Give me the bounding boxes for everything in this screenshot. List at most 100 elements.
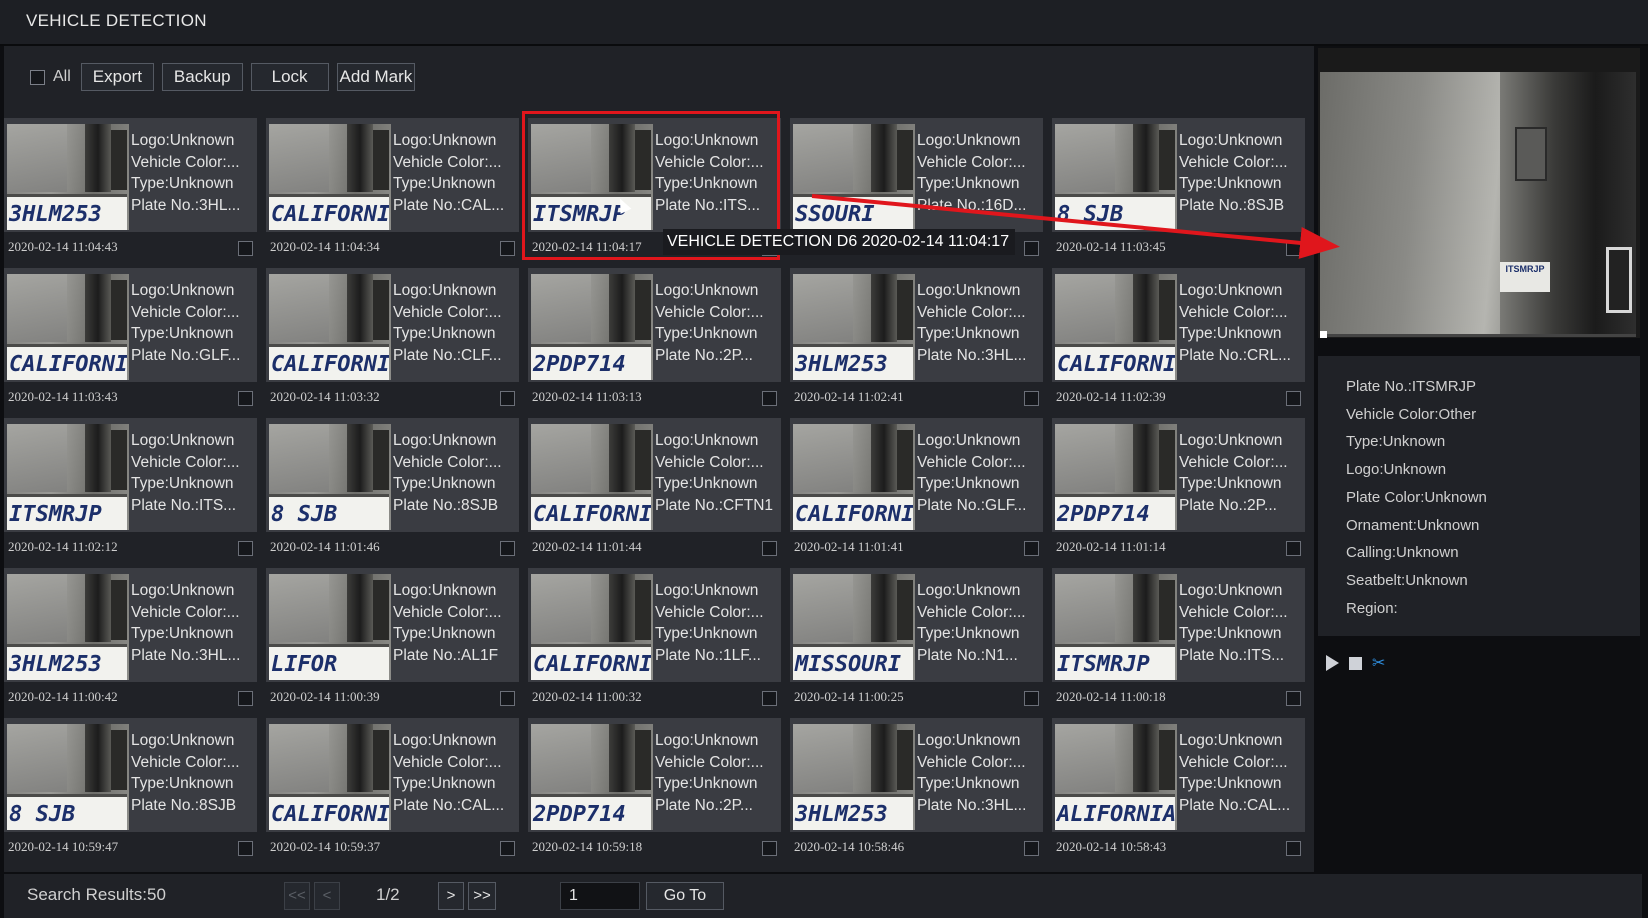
card-checkbox[interactable] bbox=[238, 691, 253, 706]
vehicle-thumbnail[interactable]: CALIFORNIA bbox=[1055, 274, 1177, 380]
result-card[interactable]: 2PDP714 Logo:Unknown Vehicle Color:... T… bbox=[528, 262, 781, 412]
vehicle-thumbnail[interactable]: 2PDP714 bbox=[531, 274, 653, 380]
last-page-button[interactable]: >> bbox=[468, 882, 496, 910]
result-card[interactable]: ITSMRJP Logo:Unknown Vehicle Color:... T… bbox=[4, 412, 257, 562]
vehicle-thumbnail[interactable]: ALIFORNIA bbox=[1055, 724, 1177, 830]
vehicle-thumbnail[interactable]: CALIFORNIA bbox=[7, 274, 129, 380]
card-logo: Logo:Unknown bbox=[917, 582, 1021, 599]
result-card[interactable]: 3HLM253 Logo:Unknown Vehicle Color:... T… bbox=[4, 112, 257, 262]
result-card[interactable]: CALIFORNIA Logo:Unknown Vehicle Color:..… bbox=[266, 712, 519, 862]
vehicle-thumbnail[interactable]: SSOURI bbox=[793, 124, 915, 230]
card-checkbox[interactable] bbox=[762, 541, 777, 556]
card-plate-no: Plate No.:3HL... bbox=[917, 796, 1027, 814]
vehicle-thumbnail[interactable]: CALIFORNIA bbox=[531, 574, 653, 680]
card-checkbox[interactable] bbox=[1286, 841, 1301, 856]
card-checkbox[interactable] bbox=[1286, 241, 1301, 256]
result-card[interactable]: 2PDP714 Logo:Unknown Vehicle Color:... T… bbox=[1052, 412, 1305, 562]
card-info: Logo:Unknown Vehicle Color:... Type:Unkn… bbox=[1179, 280, 1301, 366]
vehicle-thumbnail[interactable]: 3HLM253 bbox=[793, 724, 915, 830]
card-checkbox[interactable] bbox=[1024, 241, 1039, 256]
result-card[interactable]: CALIFORNIA Logo:Unknown Vehicle Color:..… bbox=[266, 112, 519, 262]
card-checkbox[interactable] bbox=[500, 541, 515, 556]
result-card[interactable]: ITSMRJP Logo:Unknown Vehicle Color:... T… bbox=[1052, 562, 1305, 712]
vehicle-thumbnail[interactable]: CALIFORNIA bbox=[269, 724, 391, 830]
vehicle-thumbnail[interactable]: ITSMRJP bbox=[1055, 574, 1177, 680]
card-checkbox[interactable] bbox=[500, 391, 515, 406]
vehicle-thumbnail[interactable]: 8 SJB bbox=[1055, 124, 1177, 230]
vehicle-thumbnail[interactable]: 3HLM253 bbox=[7, 574, 129, 680]
card-checkbox[interactable] bbox=[1024, 691, 1039, 706]
clip-icon[interactable]: ✂ bbox=[1372, 653, 1385, 673]
vehicle-thumbnail[interactable]: ITSMRJP bbox=[7, 424, 129, 530]
stop-icon[interactable] bbox=[1349, 656, 1362, 670]
card-checkbox[interactable] bbox=[1286, 541, 1301, 556]
lock-button[interactable]: Lock bbox=[250, 63, 329, 91]
select-all-checkbox[interactable] bbox=[30, 69, 45, 85]
vehicle-thumbnail[interactable]: CALIFORNIA bbox=[269, 124, 391, 230]
page-number-input[interactable] bbox=[560, 882, 640, 910]
result-card[interactable]: 8 SJB Logo:Unknown Vehicle Color:... Typ… bbox=[1052, 112, 1305, 262]
card-checkbox[interactable] bbox=[238, 241, 253, 256]
card-checkbox[interactable] bbox=[1024, 391, 1039, 406]
vehicle-thumbnail[interactable]: LIFOR bbox=[269, 574, 391, 680]
card-plate-no: Plate No.:3HL... bbox=[131, 646, 241, 664]
result-card[interactable]: 2PDP714 Logo:Unknown Vehicle Color:... T… bbox=[528, 712, 781, 862]
card-checkbox[interactable] bbox=[500, 241, 515, 256]
export-button[interactable]: Export bbox=[80, 63, 154, 91]
vehicle-thumbnail[interactable]: ITSMRJP bbox=[531, 124, 653, 230]
card-checkbox[interactable] bbox=[238, 841, 253, 856]
prev-page-button[interactable]: < bbox=[314, 882, 340, 910]
card-body: 3HLM253 Logo:Unknown Vehicle Color:... T… bbox=[4, 118, 257, 232]
result-card[interactable]: CALIFORNIA Logo:Unknown Vehicle Color:..… bbox=[266, 262, 519, 412]
result-card[interactable]: CALIFORNIA Logo:Unknown Vehicle Color:..… bbox=[1052, 262, 1305, 412]
result-card[interactable]: 8 SJB Logo:Unknown Vehicle Color:... Typ… bbox=[266, 412, 519, 562]
result-card[interactable]: CALIFORNIA Logo:Unknown Vehicle Color:..… bbox=[528, 412, 781, 562]
result-card[interactable]: ITSMRJP Logo:Unknown Vehicle Color:... T… bbox=[522, 111, 1015, 262]
video-preview[interactable]: ITSMRJP bbox=[1318, 48, 1640, 338]
vehicle-thumbnail[interactable]: CALIFORNIA bbox=[531, 424, 653, 530]
card-checkbox[interactable] bbox=[1024, 541, 1039, 556]
vehicle-thumbnail[interactable]: 2PDP714 bbox=[531, 724, 653, 830]
play-icon[interactable] bbox=[1326, 655, 1339, 671]
vehicle-thumbnail[interactable]: 3HLM253 bbox=[793, 274, 915, 380]
card-plate-no: Plate No.:ITS... bbox=[131, 496, 237, 514]
vehicle-thumbnail[interactable]: 2PDP714 bbox=[1055, 424, 1177, 530]
result-card[interactable]: 8 SJB Logo:Unknown Vehicle Color:... Typ… bbox=[4, 712, 257, 862]
result-card[interactable]: CALIFORNIA Logo:Unknown Vehicle Color:..… bbox=[528, 562, 781, 712]
backup-button[interactable]: Backup bbox=[161, 63, 243, 91]
vehicle-thumbnail[interactable]: CALIFORNIA bbox=[269, 274, 391, 380]
card-checkbox[interactable] bbox=[762, 691, 777, 706]
card-body: CALIFORNIA Logo:Unknown Vehicle Color:..… bbox=[1052, 268, 1305, 382]
progress-handle[interactable] bbox=[1320, 331, 1327, 338]
playback-progress[interactable] bbox=[1320, 331, 1636, 338]
result-card[interactable]: ALIFORNIA Logo:Unknown Vehicle Color:...… bbox=[1052, 712, 1305, 862]
next-page-button[interactable]: > bbox=[438, 882, 464, 910]
card-plate-no: Plate No.:N1... bbox=[917, 646, 1018, 664]
result-card[interactable]: CALIFORNIA Logo:Unknown Vehicle Color:..… bbox=[790, 412, 1043, 562]
vehicle-thumbnail[interactable]: CALIFORNIA bbox=[793, 424, 915, 530]
result-card[interactable]: MISSOURI Logo:Unknown Vehicle Color:... … bbox=[790, 562, 1043, 712]
result-card[interactable]: 3HLM253 Logo:Unknown Vehicle Color:... T… bbox=[4, 562, 257, 712]
card-checkbox[interactable] bbox=[1286, 691, 1301, 706]
card-checkbox[interactable] bbox=[1286, 391, 1301, 406]
vehicle-thumbnail[interactable]: MISSOURI bbox=[793, 574, 915, 680]
go-to-button[interactable]: Go To bbox=[646, 882, 724, 910]
first-page-button[interactable]: << bbox=[284, 882, 310, 910]
vehicle-thumbnail[interactable]: 8 SJB bbox=[269, 424, 391, 530]
add-mark-button[interactable]: Add Mark bbox=[336, 63, 416, 91]
result-card[interactable]: 3HLM253 Logo:Unknown Vehicle Color:... T… bbox=[790, 262, 1043, 412]
card-checkbox[interactable] bbox=[500, 841, 515, 856]
card-plate-no: Plate No.:2P... bbox=[655, 346, 753, 364]
result-card[interactable]: 3HLM253 Logo:Unknown Vehicle Color:... T… bbox=[790, 712, 1043, 862]
vehicle-thumbnail[interactable]: 8 SJB bbox=[7, 724, 129, 830]
card-checkbox[interactable] bbox=[762, 841, 777, 856]
result-card[interactable]: CALIFORNIA Logo:Unknown Vehicle Color:..… bbox=[4, 262, 257, 412]
card-checkbox[interactable] bbox=[238, 391, 253, 406]
card-checkbox[interactable] bbox=[238, 541, 253, 556]
card-checkbox[interactable] bbox=[500, 691, 515, 706]
card-checkbox[interactable] bbox=[1024, 841, 1039, 856]
result-card[interactable]: LIFOR Logo:Unknown Vehicle Color:... Typ… bbox=[266, 562, 519, 712]
card-plate-no: Plate No.:CFTN1 bbox=[655, 496, 774, 514]
card-checkbox[interactable] bbox=[762, 391, 777, 406]
vehicle-thumbnail[interactable]: 3HLM253 bbox=[7, 124, 129, 230]
